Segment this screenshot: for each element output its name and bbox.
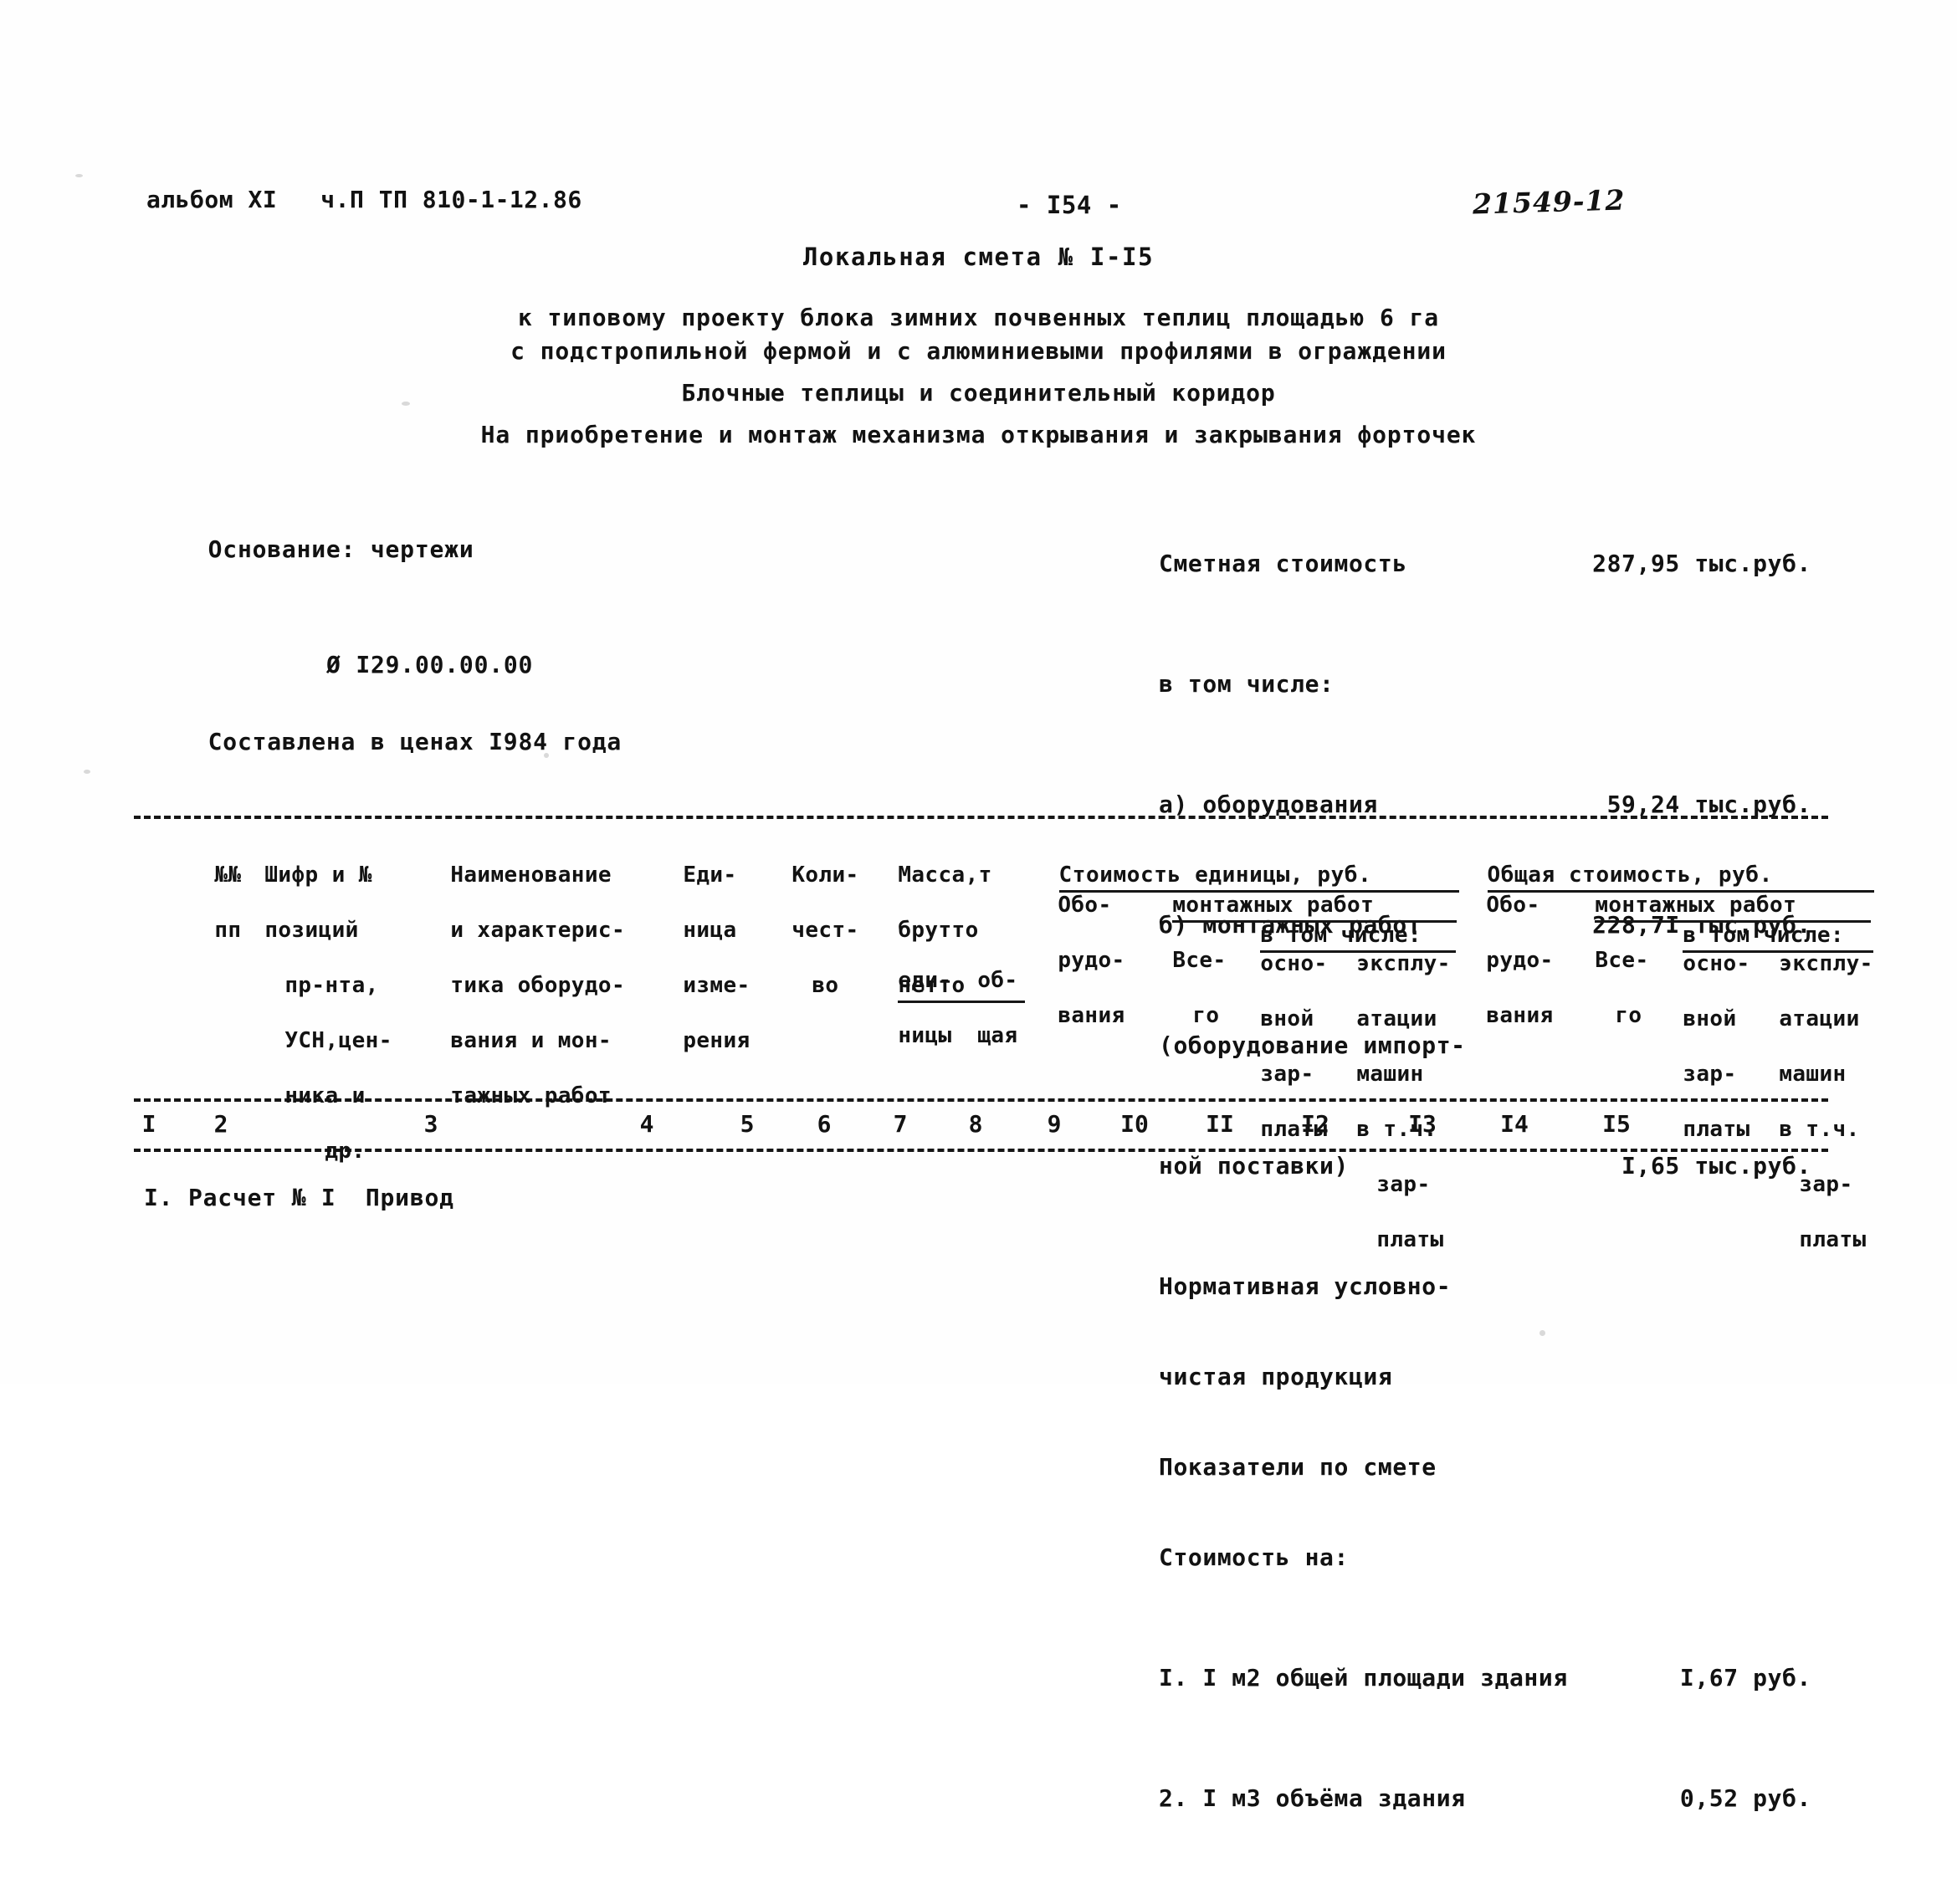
col-number-8: 8 [968, 1110, 983, 1138]
summary-per-m2-value: I,67 руб. [1679, 1664, 1811, 1692]
col-15-line-1: атации [1779, 1006, 1860, 1031]
col-15-line-5: платы [1799, 1227, 1867, 1252]
scan-speck [1539, 1330, 1545, 1336]
col-3-line-1: и характерис- [450, 918, 626, 943]
col-3-line-0: Наименование [450, 862, 612, 888]
summary-cost-per-label: Стоимость на: [1159, 1543, 1349, 1571]
col-number-3: 3 [423, 1110, 438, 1138]
col-number-1: I [141, 1110, 156, 1138]
col-header-3: Наименование и характерис- тика оборудо-… [370, 834, 625, 1138]
title-subline-2: с подстропильной фермой и с алюминиевыми… [510, 337, 1447, 365]
col-number-15: I5 [1602, 1110, 1631, 1138]
col-number-6: 6 [817, 1110, 832, 1138]
col-number-9: 9 [1047, 1110, 1062, 1138]
col-11-line-5: платы [1376, 1227, 1444, 1252]
summary-per-m2-label: I. I м2 общей площади здания [1159, 1664, 1568, 1692]
scan-speck [84, 770, 90, 774]
basis-block: Основание: чертежи Ø I29.00.00.00 Состав… [149, 492, 622, 800]
summary-per-m3-row: 2. I м3 объёма здания 0,52 руб. [1159, 1784, 1811, 1814]
col-3-line-4: тажных работ [450, 1083, 612, 1108]
title-subline-1: к типовому проекту блока зимних почвенны… [518, 304, 1439, 331]
summary-per-m2-row: I. I м2 общей площади здания I,67 руб. [1159, 1663, 1811, 1693]
col-15-line-2: машин [1779, 1062, 1847, 1087]
col-number-12: I2 [1301, 1110, 1329, 1138]
col-number-11: II [1206, 1110, 1234, 1138]
table-top-rule [134, 816, 1828, 819]
scan-speck [544, 753, 549, 758]
page-number: - I54 - [1017, 191, 1122, 219]
scan-speck [75, 174, 83, 177]
col-number-13: I3 [1408, 1110, 1437, 1138]
summary-nucp-line-2: чистая продукция [1159, 1363, 1393, 1390]
summary-total-row: Сметная стоимость 287,95 тыс.руб. [1159, 549, 1811, 579]
summary-total-label: Сметная стоимость [1159, 550, 1407, 577]
title-subline-4: На приобретение и монтаж механизма откры… [480, 421, 1477, 448]
col-2-line-5: др. [325, 1139, 366, 1164]
col-number-5: 5 [740, 1110, 755, 1138]
summary-including-label: в том числе: [1159, 670, 1335, 698]
title-subline-3: Блочные теплицы и соединительный коридор [681, 379, 1276, 407]
col-number-4: 4 [639, 1110, 654, 1138]
col-4-line-3: рения [683, 1028, 751, 1053]
col-2-line-4: ника и [284, 1083, 366, 1108]
col-3-line-3: вания и мон- [450, 1028, 612, 1053]
table-row: I. Расчет № I Привод [144, 1184, 454, 1211]
col-15-line-4: зар- [1799, 1172, 1853, 1197]
summary-per-m3-value: 0,52 руб. [1679, 1784, 1811, 1812]
col-2-line-1: позиций [264, 918, 359, 943]
summary-total-value: 287,95 тыс.руб. [1592, 550, 1811, 577]
col-15-line-0: эксплу- [1779, 951, 1873, 976]
scan-speck [402, 402, 410, 406]
col-3-line-2: тика оборудо- [450, 973, 626, 998]
col-header-2: Шифр и № позиций пр-нта, УСН,цен- ника и… [184, 834, 392, 1193]
col-15-line-3: в т.ч. [1779, 1117, 1860, 1142]
document-page: альбом XI ч.П ТП 810-1-12.86 - I54 - 215… [0, 0, 1957, 1812]
summary-indicators-label: Показатели по смете [1159, 1453, 1437, 1481]
album-reference: альбом XI ч.П ТП 810-1-12.86 [146, 186, 582, 213]
col-number-14: I4 [1500, 1110, 1529, 1138]
col-11-line-4: зар- [1376, 1172, 1431, 1197]
col-11-line-2: машин [1356, 1062, 1424, 1087]
col-number-2: 2 [213, 1110, 228, 1138]
col-number-10: I0 [1120, 1110, 1149, 1138]
col-header-15: эксплу- атации машин в т.ч. зар- платы [1698, 923, 1873, 1282]
page-title: Локальная смета № I-I5 [802, 243, 1155, 271]
col-2-line-2: пр-нта, [284, 973, 379, 998]
col-2-line-0: Шифр и № [264, 862, 372, 888]
col-number-7: 7 [893, 1110, 908, 1138]
summary-per-m3-label: 2. I м3 объёма здания [1159, 1784, 1466, 1812]
basis-line-3: Составлена в ценах I984 года [207, 728, 622, 755]
basis-line-2: Ø I29.00.00.00 [326, 651, 534, 678]
basis-line-1: Основание: чертежи [207, 535, 474, 563]
handwritten-doc-code: 21549-12 [1472, 183, 1626, 221]
